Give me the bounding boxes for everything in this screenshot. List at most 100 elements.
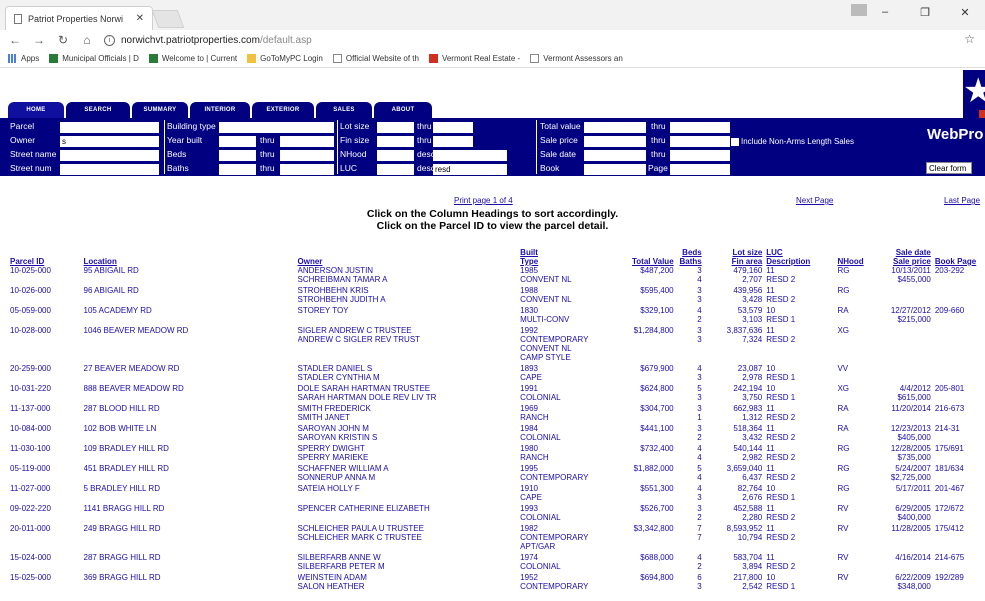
parcel-id-link-line[interactable]: 11-030-100 — [10, 444, 84, 453]
col-beds[interactable]: Beds — [674, 248, 702, 257]
parcel-id-link-line[interactable]: 20-011-000 — [10, 524, 84, 533]
parcel-id-link[interactable]: 20-259-000 — [10, 364, 84, 384]
street-name-input[interactable] — [60, 150, 159, 161]
close-window-icon[interactable]: ✕ — [945, 0, 985, 24]
col-fin-area[interactable]: Fin area — [702, 257, 763, 266]
parcel-id-link[interactable]: 15-024-000 — [10, 553, 84, 573]
beds-to-input[interactable] — [280, 150, 334, 161]
parcel-id-link[interactable]: 10-084-000 — [10, 424, 84, 444]
parcel-id-link-line[interactable]: 11-027-000 — [10, 484, 84, 493]
parcel-id-link-line[interactable]: 10-026-000 — [10, 286, 84, 295]
close-tab-icon[interactable]: ✕ — [136, 13, 144, 24]
restore-icon[interactable]: ❐ — [905, 0, 945, 24]
col-built-type[interactable]: Built Type — [520, 248, 619, 266]
fin-size-from-input[interactable] — [377, 136, 414, 147]
forward-icon[interactable]: → — [30, 33, 48, 47]
back-icon[interactable]: ← — [6, 33, 24, 47]
parcel-id-link[interactable]: 10-025-000 — [10, 266, 84, 286]
street-num-input[interactable] — [60, 164, 159, 175]
col-owner[interactable]: Owner — [298, 248, 521, 266]
sale-price-from-input[interactable] — [584, 136, 646, 147]
print-page-link[interactable]: Print page 1 of 4 — [454, 196, 513, 205]
sale-date-from-input[interactable] — [584, 150, 646, 161]
parcel-id-link[interactable]: 10-026-000 — [10, 286, 84, 306]
parcel-id-link[interactable]: 10-031-220 — [10, 384, 84, 404]
col-parcel-id[interactable]: Parcel ID — [10, 248, 84, 266]
col-location[interactable]: Location — [84, 248, 298, 266]
parcel-id-link-line[interactable]: 15-025-000 — [10, 573, 84, 582]
parcel-id-link[interactable]: 10-028-000 — [10, 326, 84, 364]
baths-to-input[interactable] — [280, 164, 334, 175]
book-input[interactable] — [584, 164, 646, 175]
year-built-to-input[interactable] — [280, 136, 334, 147]
bookmark-apps[interactable]: Apps — [8, 54, 39, 63]
col-sale[interactable]: Sale date Sale price — [877, 248, 931, 266]
sale-price-to-input[interactable] — [670, 136, 730, 147]
page-input[interactable] — [670, 164, 730, 175]
parcel-id-link-line[interactable]: 20-259-000 — [10, 364, 84, 373]
bookmark-official-website[interactable]: Official Website of th — [332, 54, 419, 63]
col-nhood[interactable]: NHood — [831, 248, 876, 266]
parcel-id-link-line[interactable]: 15-024-000 — [10, 553, 84, 562]
parcel-id-link[interactable]: 15-025-000 — [10, 573, 84, 593]
nhood-input[interactable] — [377, 150, 414, 161]
beds-from-input[interactable] — [219, 150, 256, 161]
tab-sales[interactable]: SALES — [316, 102, 372, 118]
bookmark-vermont-real-estate[interactable]: Vermont Real Estate - — [428, 54, 520, 63]
parcel-id-link[interactable]: 11-137-000 — [10, 404, 84, 424]
new-tab-button[interactable] — [151, 10, 185, 28]
parcel-id-link[interactable]: 20-011-000 — [10, 524, 84, 553]
col-lot-fin[interactable]: Lot size Fin area — [702, 248, 763, 266]
last-page-link[interactable]: Last Page — [944, 196, 980, 205]
col-built[interactable]: Built — [520, 248, 619, 257]
owner-input[interactable] — [60, 136, 159, 147]
parcel-input[interactable] — [60, 122, 159, 133]
tab-exterior[interactable]: EXTERIOR — [252, 102, 314, 118]
tab-about[interactable]: ABOUT — [374, 102, 432, 118]
parcel-id-link-line[interactable]: 10-028-000 — [10, 326, 84, 335]
parcel-id-link-line[interactable]: 10-031-220 — [10, 384, 84, 393]
sale-date-to-input[interactable] — [670, 150, 730, 161]
fin-size-to-input[interactable] — [433, 136, 473, 147]
tab-interior[interactable]: INTERIOR — [190, 102, 250, 118]
parcel-id-link[interactable]: 11-030-100 — [10, 444, 84, 464]
lot-size-from-input[interactable] — [377, 122, 414, 133]
col-sale-price[interactable]: Sale price — [877, 257, 931, 266]
tab-summary[interactable]: SUMMARY — [132, 102, 188, 118]
col-beds-baths[interactable]: Beds Baths — [674, 248, 702, 266]
parcel-id-link-line[interactable]: 11-137-000 — [10, 404, 84, 413]
info-icon[interactable]: i — [104, 34, 115, 46]
tab-search[interactable]: SEARCH — [66, 102, 130, 118]
building-type-input[interactable] — [219, 122, 334, 133]
total-value-to-input[interactable] — [670, 122, 730, 133]
total-value-from-input[interactable] — [584, 122, 646, 133]
parcel-id-link[interactable]: 09-022-220 — [10, 504, 84, 524]
bookmark-gotomypc[interactable]: GoToMyPC Login — [247, 54, 323, 63]
col-luc[interactable]: LUC — [766, 248, 831, 257]
col-type[interactable]: Type — [520, 257, 619, 266]
tab-home[interactable]: HOME — [8, 102, 64, 118]
reload-icon[interactable]: ↻ — [54, 33, 72, 47]
parcel-id-link-line[interactable]: 05-119-000 — [10, 464, 84, 473]
bookmark-municipal[interactable]: Municipal Officials | D — [49, 54, 139, 63]
parcel-id-link-line[interactable]: 05-059-000 — [10, 306, 84, 315]
luc-desc-input[interactable] — [433, 164, 507, 175]
col-description[interactable]: Description — [766, 257, 831, 266]
col-baths[interactable]: Baths — [674, 257, 702, 266]
bookmark-vermont-assessors[interactable]: Vermont Assessors an — [530, 54, 623, 63]
home-icon[interactable]: ⌂ — [78, 33, 96, 47]
lot-size-to-input[interactable] — [433, 122, 473, 133]
year-built-from-input[interactable] — [219, 136, 256, 147]
non-arms-checkbox[interactable] — [731, 138, 739, 146]
col-sale-date[interactable]: Sale date — [877, 248, 931, 257]
col-lot-size[interactable]: Lot size — [702, 248, 762, 257]
col-total-value[interactable]: Total Value — [620, 248, 674, 266]
parcel-id-link[interactable]: 05-059-000 — [10, 306, 84, 326]
nhood-desc-input[interactable] — [433, 150, 507, 161]
clear-form-button[interactable]: Clear form — [926, 162, 972, 174]
address-bar[interactable]: i norwichvt.patriotproperties.com/defaul… — [104, 31, 984, 49]
minimize-icon[interactable]: – — [865, 0, 905, 24]
col-book-page[interactable]: Book Page — [931, 248, 985, 266]
parcel-id-link[interactable]: 11-027-000 — [10, 484, 84, 504]
bookmark-star-icon[interactable]: ☆ — [964, 32, 975, 46]
